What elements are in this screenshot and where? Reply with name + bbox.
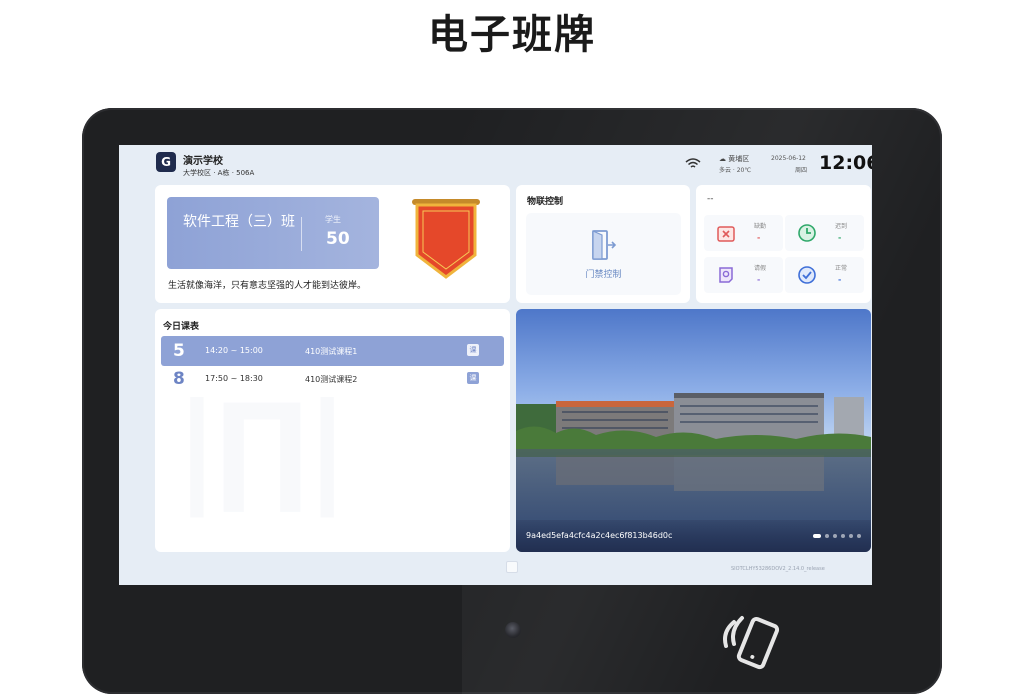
- door-control-button[interactable]: 门禁控制: [526, 213, 681, 295]
- page-title: 电子班牌: [428, 12, 596, 58]
- course-tag-icon: 课: [467, 344, 479, 356]
- stat-absent-value: -: [757, 233, 761, 242]
- iot-control-card: 物联控制 门禁控制: [516, 185, 690, 303]
- class-divider: [301, 217, 302, 251]
- student-count: 50: [326, 229, 350, 249]
- stat-leave-value: -: [757, 275, 761, 284]
- timetable-row[interactable]: 8 17:50 ~ 18:30 410测试课程2 课: [161, 364, 504, 394]
- absent-icon: [717, 226, 735, 242]
- photo-id: 9a4ed5efa4cfc4a2c4ec6f813b46d0c: [526, 531, 673, 540]
- display-screen: G 演示学校 大学校区 · A栋 · 506A ☁ 黄埔区 多云 · 20℃ 2…: [119, 145, 872, 585]
- normal-icon: [798, 266, 816, 284]
- class-info-card: 软件工程（三）班 学生 50 生活就像海洋，只有意志坚强的人才能到达彼岸。: [155, 185, 510, 303]
- attendance-card: -- 缺勤 - 迟到 - 请假 - 正常 -: [696, 185, 871, 303]
- stat-absent: 缺勤 -: [704, 215, 783, 251]
- student-count-label: 学生: [325, 215, 341, 224]
- attendance-title: --: [707, 194, 714, 204]
- door-control-label: 门禁控制: [585, 269, 622, 280]
- iot-control-title: 物联控制: [527, 197, 564, 207]
- cloud-icon: ☁: [719, 155, 726, 163]
- current-time: 12:06: [819, 152, 872, 174]
- weather-detail: 多云 · 20℃: [719, 167, 752, 174]
- stat-leave: 请假 -: [704, 257, 783, 293]
- carousel-dot[interactable]: [833, 534, 837, 538]
- course-name: 410测试课程2: [305, 375, 358, 384]
- carousel-dot[interactable]: [825, 534, 829, 538]
- photo-caption-bar: 9a4ed5efa4cfc4a2c4ec6f813b46d0c: [516, 520, 871, 552]
- school-logo-icon: G: [156, 152, 176, 172]
- period-time: 14:20 ~ 15:00: [205, 346, 263, 355]
- course-tag-icon: 课: [467, 372, 479, 384]
- stat-late-value: -: [838, 233, 842, 242]
- timetable-title: 今日课表: [163, 322, 200, 332]
- stat-normal: 正常 -: [785, 257, 864, 293]
- wifi-icon: [685, 158, 701, 168]
- timetable-row[interactable]: 5 14:20 ~ 15:00 410测试课程1 课: [161, 336, 504, 366]
- door-icon: [591, 229, 616, 260]
- current-date: 2025-06-12: [771, 155, 806, 162]
- school-name: 演示学校: [183, 156, 223, 167]
- period-number: 5: [173, 341, 185, 361]
- version-label: SIOTCLHY53286DOV2_2.14.0_release: [731, 566, 825, 572]
- class-name: 软件工程（三）班: [183, 214, 295, 230]
- class-motto: 生活就像海洋，只有意志坚强的人才能到达彼岸。: [168, 281, 367, 291]
- leave-icon: [719, 267, 733, 283]
- class-summary: 软件工程（三）班 学生 50: [167, 197, 379, 269]
- weather-location-label: 黄埔区: [728, 155, 750, 163]
- timetable-watermark: |∏|: [175, 379, 349, 518]
- stat-normal-value: -: [838, 275, 842, 284]
- photo-carousel[interactable]: 9a4ed5efa4cfc4a2c4ec6f813b46d0c: [516, 309, 871, 552]
- late-icon: [798, 224, 816, 242]
- campus-photo: [516, 309, 871, 552]
- timetable-card: |∏| 今日课表 5 14:20 ~ 15:00 410测试课程1 课 8 17…: [155, 309, 510, 552]
- current-weekday: 周四: [795, 167, 808, 174]
- period-number: 8: [173, 369, 185, 389]
- red-flag-banner-icon: [412, 199, 480, 279]
- carousel-dot[interactable]: [813, 534, 821, 538]
- weather-location: ☁ 黄埔区: [719, 154, 749, 164]
- stat-absent-label: 缺勤: [754, 223, 767, 230]
- carousel-dot[interactable]: [857, 534, 861, 538]
- carousel-dot[interactable]: [841, 534, 845, 538]
- carousel-indicator[interactable]: [813, 534, 861, 538]
- course-name: 410测试课程1: [305, 347, 358, 356]
- home-button[interactable]: [506, 561, 518, 573]
- stat-late-label: 迟到: [835, 223, 848, 230]
- stat-leave-label: 请假: [754, 265, 767, 272]
- period-time: 17:50 ~ 18:30: [205, 374, 263, 383]
- stat-late: 迟到 -: [785, 215, 864, 251]
- nfc-tap-icon: [723, 616, 780, 670]
- stat-normal-label: 正常: [835, 265, 848, 272]
- carousel-dot[interactable]: [849, 534, 853, 538]
- campus-location: 大学校区 · A栋 · 506A: [183, 169, 255, 177]
- camera-icon: [505, 622, 521, 638]
